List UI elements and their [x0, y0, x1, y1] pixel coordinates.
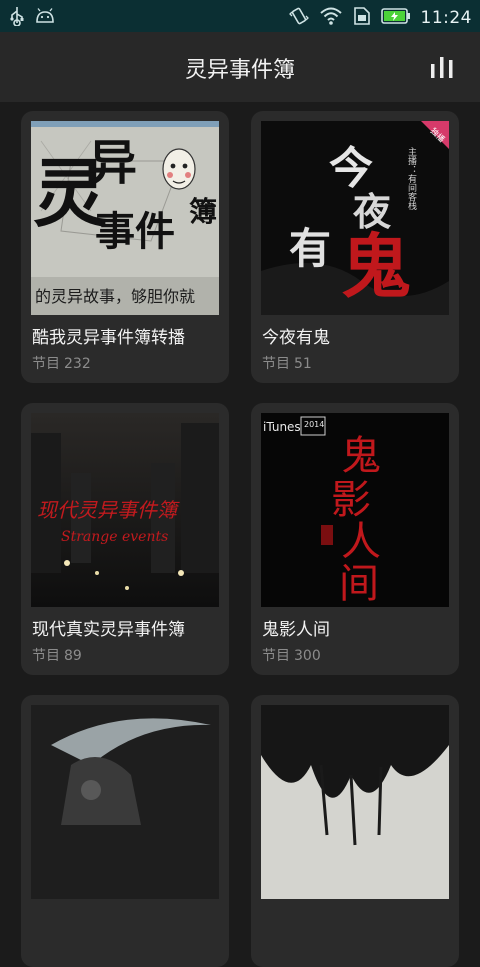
- cover-title-char: 异: [89, 135, 137, 191]
- episode-count: 89: [64, 648, 82, 664]
- card-title: 今夜有鬼: [262, 328, 330, 348]
- cover-subtitle: Strange events: [61, 529, 168, 545]
- program-card[interactable]: 现代灵异事件簿 Strange events 现代真实灵异事件簿 节目 89: [21, 403, 229, 675]
- cover-title-char: 簿: [189, 195, 217, 228]
- cover-title-char: 有: [289, 224, 331, 273]
- cover-tag: iTunes: [263, 420, 301, 434]
- meta-label: 节目: [262, 356, 290, 372]
- cover-title-char: 间: [339, 561, 379, 607]
- cover-image: iTunes 2014 鬼 影 人 间: [261, 413, 449, 607]
- battery-icon: [380, 7, 411, 29]
- android-icon: [34, 8, 56, 28]
- episode-count: 51: [294, 356, 312, 372]
- wifi-icon: [319, 6, 343, 30]
- program-card[interactable]: 灵 异 事件 簿 的灵异故事，够胆你就 酷我灵异事件簿转播 节目 232: [21, 111, 229, 383]
- cover-title-char: 鬼: [341, 433, 381, 479]
- cover-image: [31, 705, 219, 899]
- cover-image: 灵 异 事件 簿 的灵异故事，够胆你就: [31, 121, 219, 315]
- meta-label: 节目: [262, 648, 290, 664]
- episode-count: 300: [294, 648, 321, 664]
- program-card[interactable]: iTunes 2014 鬼 影 人 间 鬼影人间 节目 300: [251, 403, 459, 675]
- cover-year: 2014: [304, 420, 324, 429]
- cover-image: [261, 705, 449, 899]
- card-meta: 节目 232: [32, 353, 91, 373]
- card-title: 酷我灵异事件簿转播: [32, 328, 185, 348]
- cover-caption: 的灵异故事，够胆你就: [35, 287, 195, 306]
- bar-chart-icon[interactable]: [430, 56, 454, 78]
- cover-title-char: 影: [331, 477, 371, 523]
- cover-image: 今 夜 有 鬼 主播：有间客栈 独播: [261, 121, 449, 315]
- sim-icon: [353, 6, 371, 30]
- card-meta: [32, 937, 36, 953]
- cover-image: 现代灵异事件簿 Strange events: [31, 413, 219, 607]
- card-title: 现代真实灵异事件簿: [32, 620, 185, 640]
- cover-title-char: 鬼: [341, 225, 411, 308]
- usb-icon: [10, 6, 24, 30]
- vibrate-icon: [288, 6, 309, 30]
- card-meta: 节目 51: [262, 353, 312, 373]
- card-meta: 节目 89: [32, 645, 82, 665]
- meta-label: 节目: [32, 648, 60, 664]
- cover-title-char: 事件: [95, 208, 175, 255]
- program-card[interactable]: 今 夜 有 鬼 主播：有间客栈 独播 今夜有鬼 节目 51: [251, 111, 459, 383]
- card-title: 鬼影人间: [262, 620, 330, 640]
- cover-title: 现代灵异事件簿: [37, 498, 180, 522]
- status-time: 11:24: [420, 8, 472, 28]
- meta-label: 节目: [32, 356, 60, 372]
- app-bar: 灵异事件簿: [0, 32, 480, 102]
- card-meta: [262, 937, 266, 953]
- page-title: 灵异事件簿: [184, 58, 295, 83]
- episode-count: 232: [64, 356, 91, 372]
- cover-title-char: 今: [329, 143, 373, 194]
- status-bar: 11:24: [0, 0, 480, 32]
- program-card[interactable]: [251, 695, 459, 967]
- program-card[interactable]: [21, 695, 229, 967]
- cover-title-char: 人: [341, 519, 381, 565]
- cover-credit: 主播：有间客栈: [406, 146, 417, 210]
- program-grid: 灵 异 事件 簿 的灵异故事，够胆你就 酷我灵异事件簿转播 节目232 今 夜: [0, 102, 480, 967]
- card-meta: 节目 300: [262, 645, 321, 665]
